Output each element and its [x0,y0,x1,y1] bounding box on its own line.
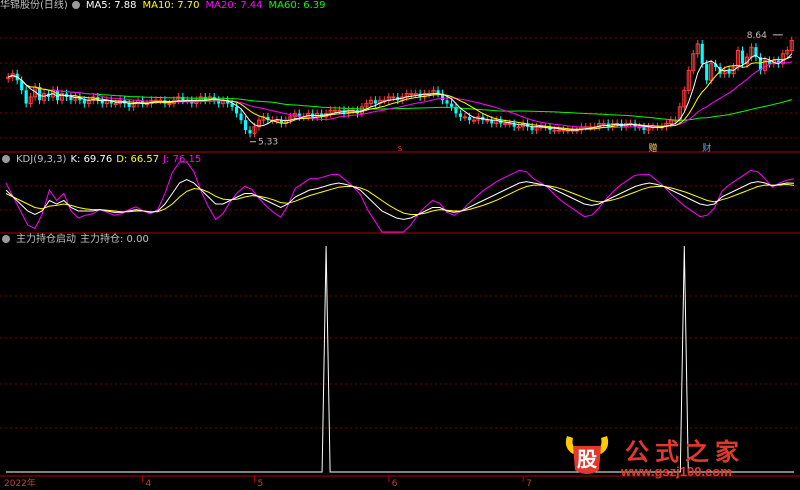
kdj-j-line [5,161,795,233]
high-price-label: 8.64 [747,31,767,41]
candle-body [490,120,494,124]
ma10-label: MA10: 7.70 [142,0,200,11]
candlestick-series [6,36,794,138]
low-price-label: 5.33 [258,138,278,148]
candle-body [239,113,243,121]
ma20-line [8,61,792,129]
candle-body [462,116,467,119]
candle-body [727,70,731,74]
candle-body [391,96,396,99]
candle-body [458,113,463,117]
x-tick-label: 2022年 [4,477,36,489]
kdj-d-label: D: 66.57 [116,154,160,165]
kdj-j-label: J: 76.15 [163,154,202,165]
x-axis: 2022年 4 5 6 7 [4,476,532,489]
x-tick-label: 5 [257,479,263,489]
kdj-name: KDJ(9,3,3) [16,154,67,165]
main-panel-header: 华锦股份(日线) MA5: 7.88 MA10: 7.70 MA20: 7.44 MA6… [0,0,332,12]
candle-body [373,100,377,104]
ma10-line [8,56,792,130]
candle-body [337,109,342,112]
candle-body [516,126,521,129]
stock-title: 华锦股份(日线) [0,0,68,11]
candle-body [158,99,163,102]
zeng-marker: 赠 [648,142,657,154]
cai-marker: 财 [702,142,711,154]
candle-body [449,103,454,107]
kdj-lines [5,161,795,233]
candle-body [24,90,28,104]
candle-body [69,96,73,101]
x-tick-label: 4 [146,479,152,489]
candle-body [601,122,606,125]
kdj-k-label: K: 69.76 [70,154,113,165]
ma60-line [8,74,792,121]
candle-body [471,119,476,122]
moving-average-lines [8,53,793,131]
settings-circle-icon[interactable] [2,235,10,243]
kdj-panel-header: KDJ(9,3,3) K: 69.76 D: 66.57 J: 76.15 [0,154,207,166]
candle-body [333,109,338,112]
candle-body [413,93,418,96]
candle-body [552,129,557,132]
candle-body [235,106,239,114]
ma60-label: MA60: 6.39 [268,0,326,11]
bull-logo-icon: 股 [565,436,609,474]
svg-text:股: 股 [577,447,597,471]
candle-body [740,50,745,64]
candle-body [113,103,118,106]
candle-body [467,116,471,121]
indicator-panel-header: 主力持仓启动 主力持仓: 0.00 [0,234,155,246]
candle-body [700,43,704,64]
watermark-url: www.gszj100.com [621,464,732,479]
ma5-label: MA5: 7.88 [85,0,137,11]
candle-body [445,100,449,104]
candle-body [243,120,248,131]
x-tick-label: 6 [392,479,398,489]
x-tick-label: 7 [526,479,532,489]
candle-body [503,122,508,125]
candle-body [705,63,709,81]
s-marker: S [398,145,403,153]
ma5-line [8,53,793,131]
kdj-k-line [5,178,795,220]
indicator-value: 主力持仓: 0.00 [80,234,149,245]
indicator-name: 主力持仓启动 [16,234,76,245]
candle-body [167,103,172,106]
watermark-title: 公式之家 [625,437,745,466]
candle-body [507,122,512,125]
settings-circle-icon[interactable] [2,155,10,163]
ma20-label: MA20: 7.44 [205,0,263,11]
watermark: 股 公式之家 www.gszj100.com [555,432,795,484]
settings-circle-icon[interactable] [71,1,80,9]
candle-body [248,130,252,134]
candle-body [485,119,490,122]
candle-body [409,93,414,96]
candle-body [556,129,562,132]
candle-body [561,129,566,132]
candle-body [82,100,86,104]
